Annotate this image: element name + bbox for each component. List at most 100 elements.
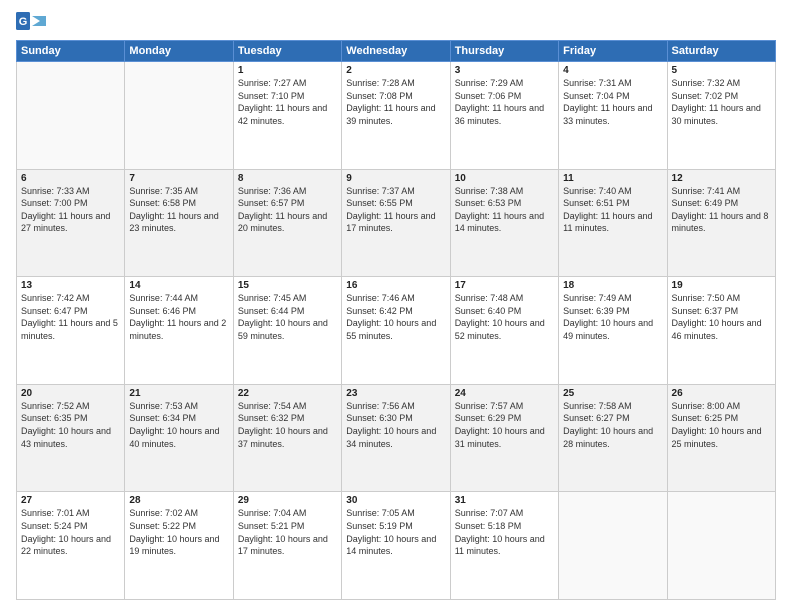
day-detail: Sunrise: 7:01 AM Sunset: 5:24 PM Dayligh… [21,507,120,557]
calendar-cell: 22Sunrise: 7:54 AM Sunset: 6:32 PM Dayli… [233,384,341,492]
day-detail: Sunrise: 7:35 AM Sunset: 6:58 PM Dayligh… [129,185,228,235]
calendar-page: G SundayMondayTuesdayWednesdayThursdayFr… [0,0,792,612]
day-detail: Sunrise: 7:04 AM Sunset: 5:21 PM Dayligh… [238,507,337,557]
weekday-header-monday: Monday [125,41,233,62]
week-row-5: 27Sunrise: 7:01 AM Sunset: 5:24 PM Dayli… [17,492,776,600]
day-number: 7 [129,173,228,184]
calendar-cell: 19Sunrise: 7:50 AM Sunset: 6:37 PM Dayli… [667,277,775,385]
weekday-header-row: SundayMondayTuesdayWednesdayThursdayFrid… [17,41,776,62]
calendar-cell: 10Sunrise: 7:38 AM Sunset: 6:53 PM Dayli… [450,169,558,277]
calendar-cell: 30Sunrise: 7:05 AM Sunset: 5:19 PM Dayli… [342,492,450,600]
day-detail: Sunrise: 7:38 AM Sunset: 6:53 PM Dayligh… [455,185,554,235]
weekday-header-friday: Friday [559,41,667,62]
day-number: 8 [238,173,337,184]
day-number: 6 [21,173,120,184]
day-number: 1 [238,65,337,76]
day-number: 17 [455,280,554,291]
calendar-cell: 31Sunrise: 7:07 AM Sunset: 5:18 PM Dayli… [450,492,558,600]
weekday-header-sunday: Sunday [17,41,125,62]
day-number: 4 [563,65,662,76]
calendar-cell: 15Sunrise: 7:45 AM Sunset: 6:44 PM Dayli… [233,277,341,385]
weekday-header-saturday: Saturday [667,41,775,62]
calendar-cell: 21Sunrise: 7:53 AM Sunset: 6:34 PM Dayli… [125,384,233,492]
calendar-cell: 23Sunrise: 7:56 AM Sunset: 6:30 PM Dayli… [342,384,450,492]
day-number: 11 [563,173,662,184]
calendar-cell: 13Sunrise: 7:42 AM Sunset: 6:47 PM Dayli… [17,277,125,385]
calendar-cell: 5Sunrise: 7:32 AM Sunset: 7:02 PM Daylig… [667,62,775,170]
weekday-header-wednesday: Wednesday [342,41,450,62]
calendar-cell: 4Sunrise: 7:31 AM Sunset: 7:04 PM Daylig… [559,62,667,170]
calendar-table: SundayMondayTuesdayWednesdayThursdayFrid… [16,40,776,600]
day-detail: Sunrise: 7:49 AM Sunset: 6:39 PM Dayligh… [563,292,662,342]
day-detail: Sunrise: 7:53 AM Sunset: 6:34 PM Dayligh… [129,400,228,450]
header: G [16,12,776,32]
logo-icon: G [16,12,46,30]
weekday-header-thursday: Thursday [450,41,558,62]
calendar-cell: 18Sunrise: 7:49 AM Sunset: 6:39 PM Dayli… [559,277,667,385]
day-detail: Sunrise: 7:45 AM Sunset: 6:44 PM Dayligh… [238,292,337,342]
day-detail: Sunrise: 7:36 AM Sunset: 6:57 PM Dayligh… [238,185,337,235]
calendar-cell: 12Sunrise: 7:41 AM Sunset: 6:49 PM Dayli… [667,169,775,277]
day-number: 18 [563,280,662,291]
day-number: 15 [238,280,337,291]
day-number: 28 [129,495,228,506]
day-number: 14 [129,280,228,291]
day-detail: Sunrise: 7:27 AM Sunset: 7:10 PM Dayligh… [238,77,337,127]
day-number: 19 [672,280,771,291]
day-detail: Sunrise: 7:54 AM Sunset: 6:32 PM Dayligh… [238,400,337,450]
calendar-cell: 24Sunrise: 7:57 AM Sunset: 6:29 PM Dayli… [450,384,558,492]
day-number: 12 [672,173,771,184]
calendar-cell: 7Sunrise: 7:35 AM Sunset: 6:58 PM Daylig… [125,169,233,277]
week-row-3: 13Sunrise: 7:42 AM Sunset: 6:47 PM Dayli… [17,277,776,385]
calendar-cell: 3Sunrise: 7:29 AM Sunset: 7:06 PM Daylig… [450,62,558,170]
calendar-cell [125,62,233,170]
day-number: 30 [346,495,445,506]
day-detail: Sunrise: 7:02 AM Sunset: 5:22 PM Dayligh… [129,507,228,557]
day-detail: Sunrise: 7:29 AM Sunset: 7:06 PM Dayligh… [455,77,554,127]
day-number: 27 [21,495,120,506]
calendar-cell: 27Sunrise: 7:01 AM Sunset: 5:24 PM Dayli… [17,492,125,600]
day-number: 26 [672,388,771,399]
calendar-cell [17,62,125,170]
day-detail: Sunrise: 7:58 AM Sunset: 6:27 PM Dayligh… [563,400,662,450]
calendar-cell: 28Sunrise: 7:02 AM Sunset: 5:22 PM Dayli… [125,492,233,600]
day-detail: Sunrise: 7:56 AM Sunset: 6:30 PM Dayligh… [346,400,445,450]
day-number: 29 [238,495,337,506]
day-number: 24 [455,388,554,399]
day-detail: Sunrise: 7:31 AM Sunset: 7:04 PM Dayligh… [563,77,662,127]
calendar-cell: 9Sunrise: 7:37 AM Sunset: 6:55 PM Daylig… [342,169,450,277]
calendar-cell: 29Sunrise: 7:04 AM Sunset: 5:21 PM Dayli… [233,492,341,600]
week-row-4: 20Sunrise: 7:52 AM Sunset: 6:35 PM Dayli… [17,384,776,492]
day-number: 13 [21,280,120,291]
day-number: 20 [21,388,120,399]
calendar-cell [559,492,667,600]
day-number: 5 [672,65,771,76]
day-detail: Sunrise: 7:40 AM Sunset: 6:51 PM Dayligh… [563,185,662,235]
calendar-cell: 26Sunrise: 8:00 AM Sunset: 6:25 PM Dayli… [667,384,775,492]
day-number: 3 [455,65,554,76]
day-detail: Sunrise: 7:33 AM Sunset: 7:00 PM Dayligh… [21,185,120,235]
calendar-cell: 14Sunrise: 7:44 AM Sunset: 6:46 PM Dayli… [125,277,233,385]
day-number: 9 [346,173,445,184]
day-detail: Sunrise: 7:42 AM Sunset: 6:47 PM Dayligh… [21,292,120,342]
day-number: 2 [346,65,445,76]
calendar-cell: 1Sunrise: 7:27 AM Sunset: 7:10 PM Daylig… [233,62,341,170]
day-number: 16 [346,280,445,291]
day-number: 10 [455,173,554,184]
day-number: 25 [563,388,662,399]
day-detail: Sunrise: 7:44 AM Sunset: 6:46 PM Dayligh… [129,292,228,342]
day-detail: Sunrise: 7:28 AM Sunset: 7:08 PM Dayligh… [346,77,445,127]
day-detail: Sunrise: 7:48 AM Sunset: 6:40 PM Dayligh… [455,292,554,342]
day-detail: Sunrise: 7:50 AM Sunset: 6:37 PM Dayligh… [672,292,771,342]
calendar-cell [667,492,775,600]
calendar-cell: 8Sunrise: 7:36 AM Sunset: 6:57 PM Daylig… [233,169,341,277]
day-number: 22 [238,388,337,399]
day-number: 31 [455,495,554,506]
calendar-cell: 20Sunrise: 7:52 AM Sunset: 6:35 PM Dayli… [17,384,125,492]
day-detail: Sunrise: 7:46 AM Sunset: 6:42 PM Dayligh… [346,292,445,342]
svg-text:G: G [19,16,28,28]
day-number: 21 [129,388,228,399]
day-detail: Sunrise: 7:37 AM Sunset: 6:55 PM Dayligh… [346,185,445,235]
calendar-cell: 25Sunrise: 7:58 AM Sunset: 6:27 PM Dayli… [559,384,667,492]
day-detail: Sunrise: 7:57 AM Sunset: 6:29 PM Dayligh… [455,400,554,450]
